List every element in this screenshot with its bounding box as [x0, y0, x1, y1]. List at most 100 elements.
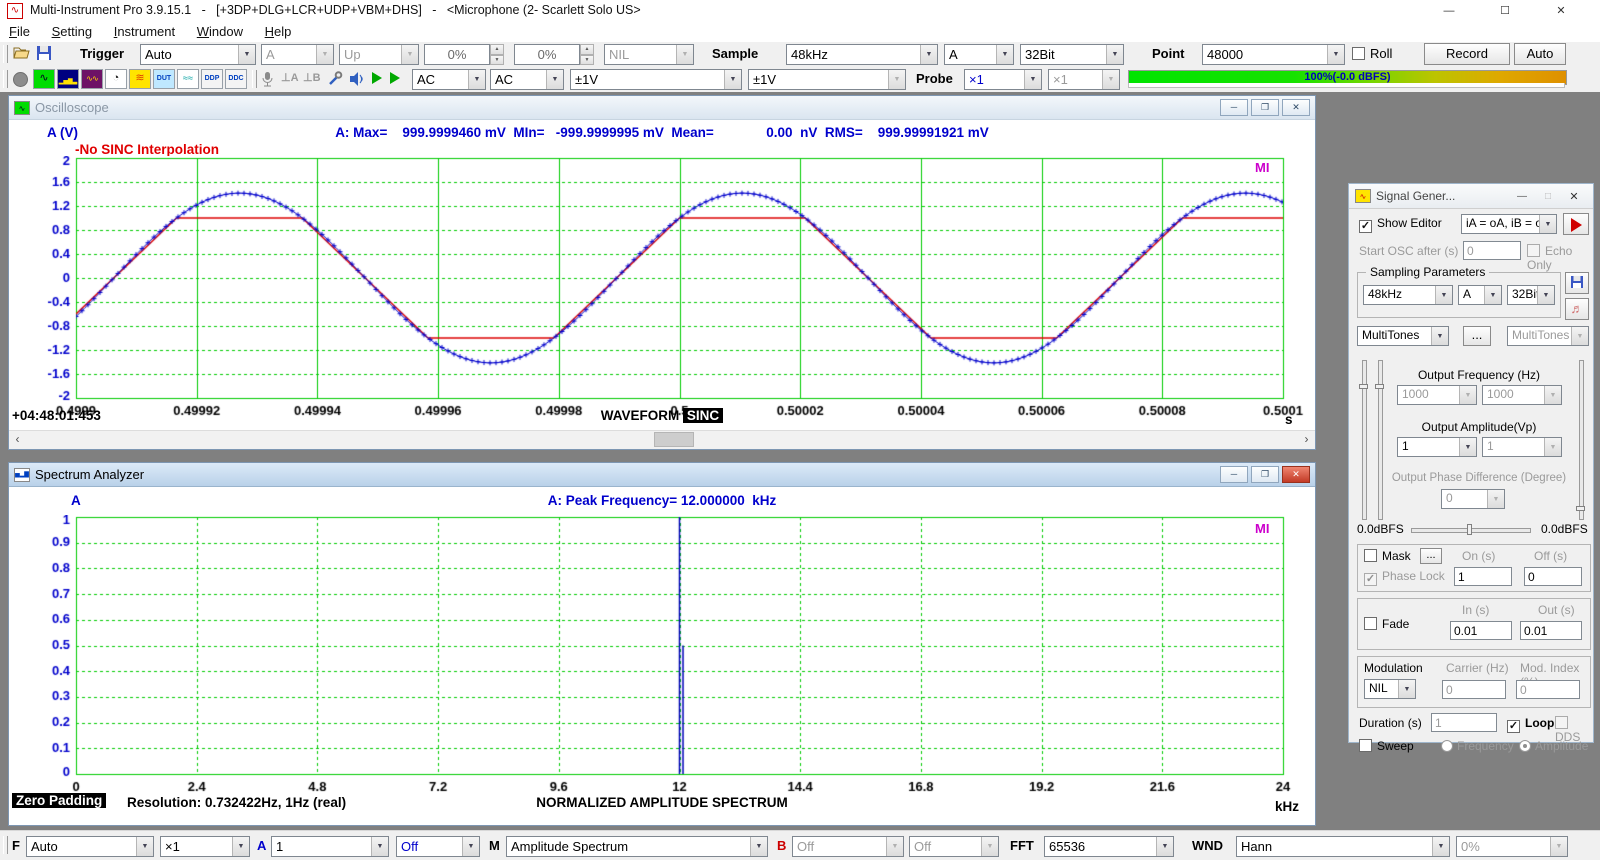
trigger-mode-select[interactable]: Auto — [140, 44, 256, 65]
spectrum-restore-button[interactable] — [1251, 466, 1279, 483]
chevron-down-icon[interactable] — [996, 45, 1013, 64]
minimize-button[interactable]: — — [1424, 0, 1474, 22]
trigger-delay-spinner[interactable]: 0% — [514, 44, 594, 65]
loop-checkbox[interactable]: Loop — [1507, 716, 1554, 733]
signal-generator-titlebar[interactable]: ∿ Signal Gener... — □ ✕ — [1349, 184, 1593, 209]
roll-checkbox[interactable]: Roll — [1352, 46, 1392, 61]
oscilloscope-hscrollbar[interactable] — [9, 430, 1315, 449]
bit-depth-select[interactable]: 32Bit — [1020, 44, 1124, 65]
chevron-down-icon[interactable] — [1106, 45, 1123, 64]
siggen-save-button[interactable] — [1565, 272, 1589, 294]
siggen-run-button[interactable] — [1563, 213, 1589, 235]
open-file-button[interactable] — [13, 45, 31, 64]
zoom-mult-select[interactable]: ×1 — [160, 836, 250, 857]
chevron-down-icon[interactable] — [1435, 286, 1452, 304]
siggen-sample-rate-select[interactable]: 48kHz — [1363, 285, 1453, 305]
oscilloscope-plot[interactable] — [9, 156, 1309, 420]
save-button[interactable] — [36, 45, 52, 64]
chevron-down-icon[interactable] — [1398, 680, 1415, 698]
siggen-bits-select[interactable]: 32Bit — [1507, 285, 1555, 305]
sample-channel-select[interactable]: A — [944, 44, 1014, 65]
spectrum-titlebar[interactable]: ▅▂▇ Spectrum Analyzer — [9, 463, 1315, 487]
display-mode-select[interactable]: Amplitude Spectrum — [506, 836, 768, 857]
slider-thumb[interactable] — [1359, 384, 1368, 389]
sweep-checkbox[interactable]: Sweep — [1359, 739, 1414, 753]
auto-scale-button[interactable]: Auto — [1514, 43, 1566, 65]
chevron-down-icon[interactable] — [371, 837, 388, 856]
menu-setting[interactable]: Setting — [43, 22, 101, 41]
toolbar-grip[interactable] — [3, 70, 8, 88]
siggen-minimize-button[interactable]: — — [1509, 191, 1535, 202]
record-button[interactable]: Record — [1424, 43, 1510, 65]
derived-data-curve-icon[interactable]: ≈≈ — [177, 69, 199, 89]
spectrum-close-button[interactable] — [1282, 466, 1310, 483]
chevron-down-icon[interactable] — [1484, 286, 1501, 304]
run-loop-icon[interactable] — [390, 72, 400, 84]
sound-output-icon[interactable] — [349, 71, 366, 90]
coupling-a-select[interactable]: AC — [412, 69, 486, 90]
window-function-select[interactable]: Hann — [1236, 836, 1450, 857]
chevron-down-icon[interactable] — [1431, 327, 1448, 345]
chevron-down-icon[interactable] — [1459, 438, 1476, 456]
chevron-down-icon[interactable] — [920, 45, 937, 64]
probe-a-select[interactable]: ×1 — [964, 69, 1042, 90]
chevron-down-icon[interactable] — [546, 70, 563, 89]
record-length-select[interactable]: 48000 — [1202, 44, 1345, 65]
ddc-icon[interactable]: DDC — [225, 69, 247, 89]
scroll-left-icon[interactable] — [9, 431, 26, 448]
sinc-badge[interactable]: SINC — [683, 408, 723, 423]
chevron-down-icon[interactable] — [724, 70, 741, 89]
mask-browse-button[interactable]: ... — [1420, 548, 1442, 564]
spin-down-icon[interactable] — [580, 55, 594, 66]
waveform-a-select[interactable]: MultiTones — [1357, 326, 1449, 346]
freq-axis-select[interactable]: Auto — [26, 836, 154, 857]
scroll-right-icon[interactable] — [1298, 431, 1315, 448]
sample-rate-select[interactable]: 48kHz — [786, 44, 938, 65]
spectrum-minimize-button[interactable] — [1220, 466, 1248, 483]
slider-thumb[interactable] — [1375, 384, 1384, 389]
maximize-button[interactable]: ☐ — [1480, 0, 1530, 22]
mask-checkbox[interactable]: Mask — [1364, 549, 1411, 563]
fade-checkbox[interactable]: Fade — [1364, 617, 1409, 631]
chevron-down-icon[interactable] — [1327, 45, 1344, 64]
chevron-down-icon[interactable] — [1156, 837, 1173, 856]
spin-up-icon[interactable] — [490, 44, 504, 55]
chevron-down-icon[interactable] — [1537, 286, 1554, 304]
chevron-down-icon[interactable] — [462, 837, 479, 856]
slider-thumb[interactable] — [1467, 524, 1472, 535]
waveform-browse-button[interactable]: ... — [1463, 326, 1491, 346]
oscilloscope-close-button[interactable] — [1282, 99, 1310, 116]
amplitude-a-select[interactable]: 1 — [1397, 437, 1477, 457]
toolbar-grip[interactable] — [3, 45, 8, 63]
chevron-down-icon[interactable] — [1024, 70, 1041, 89]
spectrum-plot[interactable] — [9, 515, 1309, 796]
siggen-close-button[interactable]: ✕ — [1561, 190, 1587, 203]
oscilloscope-icon[interactable]: ∿ — [33, 69, 55, 89]
device-test-plan-icon[interactable]: DUT — [153, 69, 175, 89]
menu-instrument[interactable]: Instrument — [105, 22, 184, 41]
channel-a-mode-select[interactable]: Off — [396, 836, 480, 857]
coupling-b-select[interactable]: AC — [490, 69, 564, 90]
oscilloscope-titlebar[interactable]: ∿ Oscilloscope — [9, 96, 1315, 120]
show-editor-checkbox[interactable]: Show Editor — [1359, 216, 1442, 233]
chevron-down-icon[interactable] — [1432, 837, 1449, 856]
chevron-down-icon[interactable] — [238, 45, 255, 64]
spectrum-3d-plot-icon[interactable]: ≋ — [129, 69, 151, 89]
level-slider-b[interactable] — [1579, 360, 1584, 520]
toolbar-grip[interactable] — [3, 836, 8, 854]
modulation-select[interactable]: NIL — [1364, 679, 1416, 699]
chevron-down-icon[interactable] — [750, 837, 767, 856]
chevron-down-icon[interactable] — [1539, 215, 1556, 233]
menu-file[interactable]: File — [0, 22, 39, 41]
channel-a-scale-select[interactable]: 1 — [271, 836, 389, 857]
chevron-down-icon[interactable] — [232, 837, 249, 856]
chevron-down-icon[interactable] — [136, 837, 153, 856]
microphone-icon[interactable] — [260, 71, 275, 91]
chevron-down-icon[interactable] — [468, 70, 485, 89]
close-button[interactable]: ✕ — [1536, 0, 1586, 22]
spin-down-icon[interactable] — [490, 55, 504, 66]
run-icon[interactable] — [372, 72, 382, 84]
oscilloscope-minimize-button[interactable] — [1220, 99, 1248, 116]
siggen-channel-select[interactable]: A — [1458, 285, 1502, 305]
fft-size-select[interactable]: 65536 — [1044, 836, 1174, 857]
